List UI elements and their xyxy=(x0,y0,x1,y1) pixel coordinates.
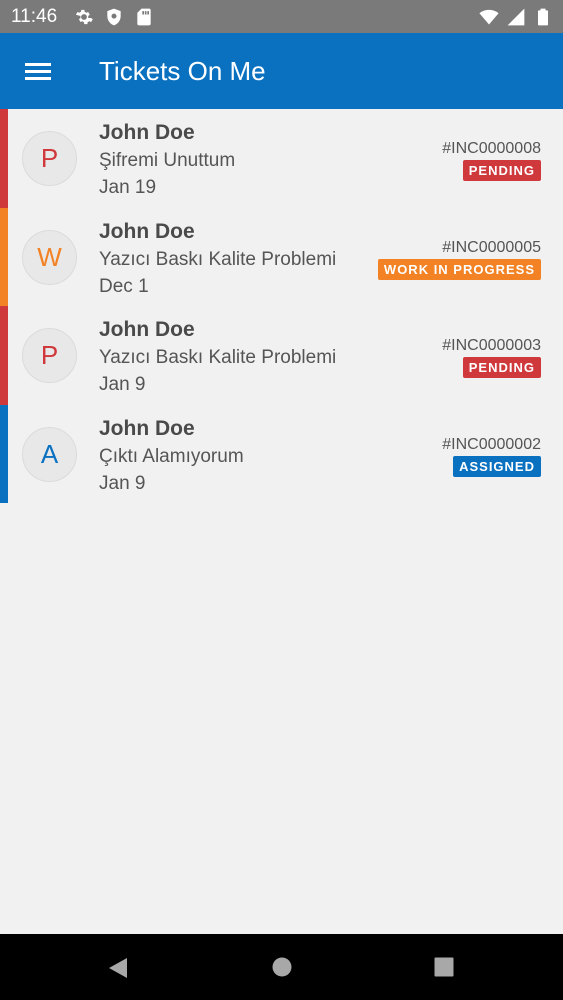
ticket-date: Jan 9 xyxy=(99,472,146,494)
ticket-row[interactable]: P John Doe Yazıcı Baskı Kalite Problemi … xyxy=(0,306,563,405)
status-color-bar xyxy=(0,207,8,306)
ticket-date: Dec 1 xyxy=(99,275,149,297)
ticket-subject: Yazıcı Baskı Kalite Problemi xyxy=(99,248,337,270)
app-bar: Tickets On Me xyxy=(0,33,563,109)
status-badge: ASSIGNED xyxy=(453,455,541,477)
hamburger-menu-icon[interactable] xyxy=(22,57,56,87)
ticket-date: Jan 19 xyxy=(99,177,157,198)
ticket-number: #INC0000003 xyxy=(442,337,541,354)
avatar: P xyxy=(22,328,77,383)
status-badge: WORK IN PROGRESS xyxy=(377,258,541,280)
ticket-subject: Yazıcı Baskı Kalite Problemi xyxy=(99,347,337,368)
shield-icon xyxy=(107,8,121,26)
status-bar: 11:46 xyxy=(0,0,563,33)
battery-icon xyxy=(538,8,548,26)
page-title: Tickets On Me xyxy=(99,56,266,86)
ticket-subject: Şifremi Unuttum xyxy=(99,150,236,171)
ticket-list: P John Doe Şifremi Unuttum Jan 19 #INC00… xyxy=(0,109,563,503)
ticket-requester-name: John Doe xyxy=(99,121,195,144)
status-color-bar xyxy=(0,109,8,208)
status-badge: PENDING xyxy=(462,357,541,378)
ticket-number: #INC0000008 xyxy=(442,140,541,157)
ticket-requester-name: John Doe xyxy=(99,318,195,341)
avatar: A xyxy=(22,426,77,482)
ticket-requester-name: John Doe xyxy=(99,219,195,243)
recents-icon[interactable] xyxy=(414,934,474,1000)
ticket-row[interactable]: W John Doe Yazıcı Baskı Kalite Problemi … xyxy=(0,207,563,306)
status-time: 11:46 xyxy=(11,6,58,27)
ticket-number: #INC0000005 xyxy=(442,238,541,256)
ticket-subject: Çıktı Alamıyorum xyxy=(99,445,244,467)
status-color-bar xyxy=(0,306,8,405)
status-badge: PENDING xyxy=(462,160,541,181)
sd-card-icon xyxy=(137,8,151,26)
wifi-icon xyxy=(479,9,499,25)
ticket-date: Jan 9 xyxy=(99,374,146,395)
system-nav-bar xyxy=(0,934,563,1000)
back-icon[interactable] xyxy=(88,934,148,1000)
ticket-row[interactable]: A John Doe Çıktı Alamıyorum Jan 9 #INC00… xyxy=(0,404,563,503)
avatar: P xyxy=(22,131,77,186)
ticket-row[interactable]: P John Doe Şifremi Unuttum Jan 19 #INC00… xyxy=(0,109,563,208)
status-color-bar xyxy=(0,404,8,503)
home-icon[interactable] xyxy=(252,934,312,1000)
ticket-requester-name: John Doe xyxy=(99,416,195,440)
signal-icon xyxy=(507,8,525,26)
avatar: W xyxy=(22,229,77,285)
gear-icon xyxy=(75,9,93,25)
ticket-number: #INC0000002 xyxy=(442,435,541,453)
